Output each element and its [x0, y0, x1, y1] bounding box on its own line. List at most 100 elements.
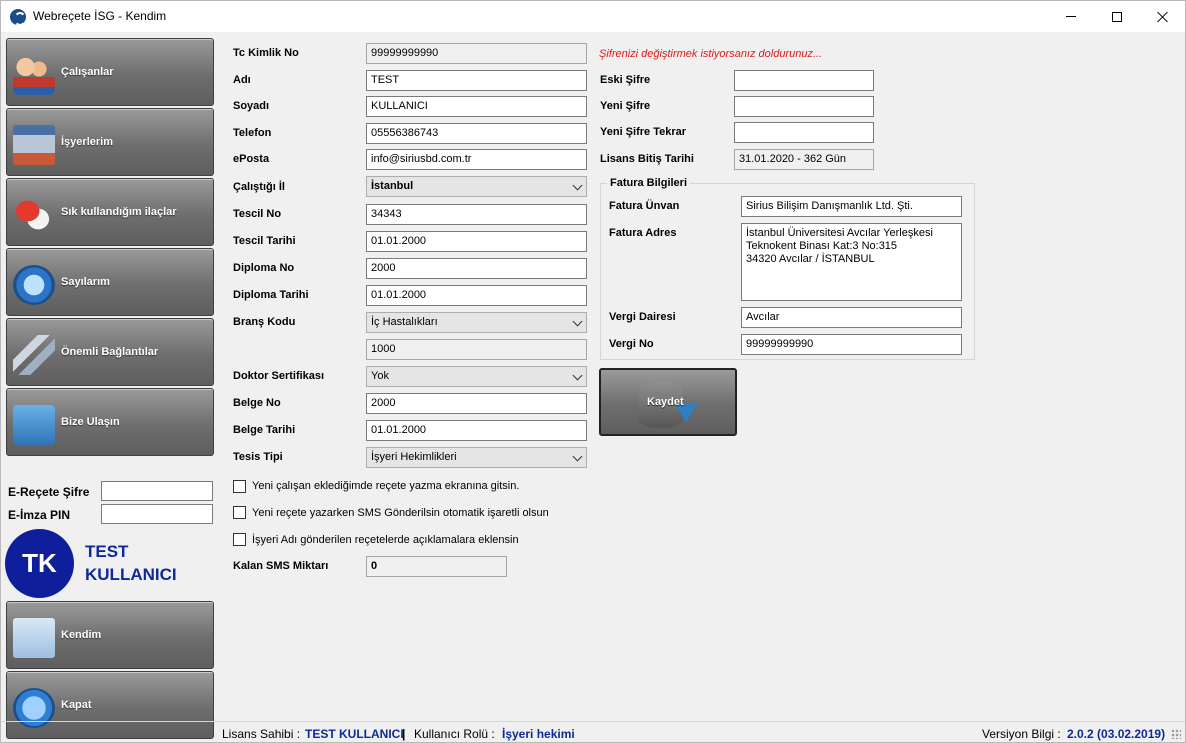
soyadi-field[interactable]: KULLANICI: [366, 96, 587, 117]
checkbox-label: Yeni çalışan eklediğimde reçete yazma ek…: [252, 480, 520, 492]
gauge-icon: [13, 265, 55, 305]
maximize-button[interactable]: [1094, 1, 1140, 32]
version-label: Versiyon Bilgi :: [982, 727, 1061, 741]
version-value: 2.0.2 (03.02.2019): [1067, 727, 1166, 741]
brans-value: İç Hastalıkları: [371, 316, 438, 328]
nav-bize-ulasin-button[interactable]: Bize Ulaşın: [6, 388, 214, 456]
diploma-no-field[interactable]: 2000: [366, 258, 587, 279]
ereçete-sifre-input[interactable]: [101, 481, 213, 501]
fatura-adres-label: Fatura Adres: [609, 227, 677, 239]
vergi-dairesi-field[interactable]: Avcılar: [741, 307, 962, 328]
nav-baglantilar-button[interactable]: Önemli Bağlantılar: [6, 318, 214, 386]
il-value: İstanbul: [371, 180, 414, 192]
il-dropdown[interactable]: İstanbul: [366, 176, 587, 197]
tc-label: Tc Kimlik No: [233, 47, 299, 59]
status-bar: Lisans Sahibi : TEST KULLANICI | Kullanı…: [1, 721, 1185, 742]
nav-calisanlar-button[interactable]: Çalışanlar: [6, 38, 214, 106]
tesis-dropdown[interactable]: İşyeri Hekimlikleri: [366, 447, 587, 468]
save-label: Kaydet: [647, 396, 684, 408]
vergi-no-field[interactable]: 99999999990: [741, 334, 962, 355]
sms-field: 0: [366, 556, 507, 577]
brans-dropdown[interactable]: İç Hastalıkları: [366, 312, 587, 333]
app-window: Webreçete İSG - Kendim Çalışanlar İşyerl…: [0, 0, 1186, 743]
chevron-down-icon: [572, 316, 583, 327]
sertifika-value: Yok: [371, 370, 389, 382]
nav-label: İşyerlerim: [61, 136, 113, 148]
minimize-button[interactable]: [1048, 1, 1094, 32]
password-hint: Şifrenizi değiştirmek istiyorsanız doldu…: [599, 48, 823, 60]
chain-link-icon: [13, 335, 55, 375]
ereçete-sifre-label: E-Reçete Şifre: [8, 485, 90, 499]
sertifika-dropdown[interactable]: Yok: [366, 366, 587, 387]
avatar: TK: [5, 529, 74, 598]
status-separator: |: [402, 727, 406, 741]
checkbox-yeni-calisan[interactable]: [233, 480, 246, 493]
yeni-sifre-label: Yeni Şifre: [600, 100, 651, 112]
building-icon: [13, 125, 55, 165]
role-label: Kullanıcı Rolü :: [414, 727, 495, 741]
owner-value: TEST KULLANICI: [305, 727, 404, 741]
nav-kendim-button[interactable]: Kendim: [6, 601, 214, 669]
eposta-label: ePosta: [233, 153, 270, 165]
chevron-down-icon: [572, 451, 583, 462]
yeni-sifre-tekrar-input[interactable]: [734, 122, 874, 143]
sms-label: Kalan SMS Miktarı: [233, 560, 329, 572]
tescil-no-field[interactable]: 34343: [366, 204, 587, 225]
brans-label: Branş Kodu: [233, 316, 296, 328]
minimize-icon: [1066, 16, 1076, 17]
envelope-icon: [13, 405, 55, 445]
brans-code-field[interactable]: 1000: [366, 339, 587, 360]
belge-tarihi-field[interactable]: 01.01.2000: [366, 420, 587, 441]
belge-no-field[interactable]: 2000: [366, 393, 587, 414]
belge-tarihi-label: Belge Tarihi: [233, 424, 296, 436]
il-label: Çalıştığı İl: [233, 181, 285, 193]
yeni-sifre-tekrar-label: Yeni Şifre Tekrar: [600, 126, 687, 138]
fatura-unvan-field[interactable]: Sirius Bilişim Danışmanlık Ltd. Şti.: [741, 196, 962, 217]
checkbox-sms[interactable]: [233, 506, 246, 519]
eski-sifre-label: Eski Şifre: [600, 74, 651, 86]
tesis-value: İşyeri Hekimlikleri: [371, 451, 457, 463]
nav-label: Sayılarım: [61, 276, 110, 288]
nav-isyerlerim-button[interactable]: İşyerlerim: [6, 108, 214, 176]
checkbox-isyeri-adi[interactable]: [233, 533, 246, 546]
address-line: Teknokent Binası Kat:3 No:315: [746, 240, 898, 252]
lisans-bitis-field: 31.01.2020 - 362 Gün: [734, 149, 874, 170]
diploma-no-label: Diploma No: [233, 262, 295, 274]
tescil-tarihi-label: Tescil Tarihi: [233, 235, 296, 247]
address-line: 34320 Avcılar / İSTANBUL: [746, 253, 875, 265]
eski-sifre-input[interactable]: [734, 70, 874, 91]
nav-label: Kapat: [61, 699, 92, 711]
chevron-down-icon: [572, 370, 583, 381]
vergi-dairesi-label: Vergi Dairesi: [609, 311, 676, 323]
resize-grip-icon[interactable]: [1171, 729, 1181, 739]
soyadi-label: Soyadı: [233, 100, 270, 112]
fatura-unvan-label: Fatura Ünvan: [609, 200, 680, 212]
user-first-name: TEST: [85, 542, 129, 561]
nav-ilaclar-button[interactable]: Sık kullandığım ilaçlar: [6, 178, 214, 246]
nav-label: Önemli Bağlantılar: [61, 346, 159, 358]
tc-field[interactable]: 99999999990: [366, 43, 587, 64]
users-icon: [13, 55, 55, 95]
tesis-label: Tesis Tipi: [233, 451, 283, 463]
fatura-adres-textarea[interactable]: İstanbul Üniversitesi Avcılar Yerleşkesi…: [741, 223, 962, 301]
nav-label: Çalışanlar: [61, 66, 114, 78]
lisans-bitis-label: Lisans Bitiş Tarihi: [600, 153, 694, 165]
pill-icon: [13, 195, 55, 235]
eposta-field[interactable]: info@siriusbd.com.tr: [366, 149, 587, 170]
yeni-sifre-input[interactable]: [734, 96, 874, 117]
adi-field[interactable]: TEST: [366, 70, 587, 91]
eimza-pin-input[interactable]: [101, 504, 213, 524]
adi-label: Adı: [233, 74, 251, 86]
checkbox-label: Yeni reçete yazarken SMS Gönderilsin oto…: [252, 507, 549, 519]
diploma-tarihi-field[interactable]: 01.01.2000: [366, 285, 587, 306]
telefon-field[interactable]: 05556386743: [366, 123, 587, 144]
save-button[interactable]: Kaydet: [599, 368, 737, 436]
tescil-tarihi-field[interactable]: 01.01.2000: [366, 231, 587, 252]
invoice-group-title: Fatura Bilgileri: [607, 177, 691, 189]
user-last-name: KULLANICI: [85, 565, 177, 584]
address-line: İstanbul Üniversitesi Avcılar Yerleşkesi: [746, 227, 933, 239]
belge-no-label: Belge No: [233, 397, 281, 409]
owner-label: Lisans Sahibi :: [222, 727, 301, 741]
nav-sayilarim-button[interactable]: Sayılarım: [6, 248, 214, 316]
close-button[interactable]: [1140, 1, 1186, 32]
